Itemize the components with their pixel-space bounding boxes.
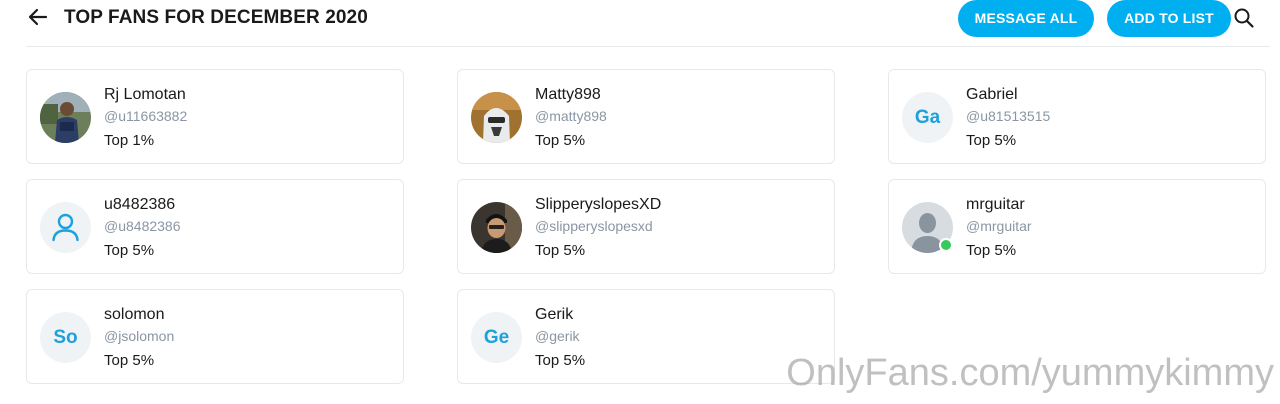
fan-rank: Top 5% (966, 132, 1017, 149)
fan-card[interactable]: u8482386 @u8482386 Top 5% (26, 179, 404, 274)
fan-handle: @jsolomon (104, 328, 175, 344)
fan-card[interactable]: Matty898 @matty898 Top 5% (457, 69, 835, 164)
top-fans-page: TOP FANS FOR DECEMBER 2020 MESSAGE ALL A… (0, 0, 1280, 404)
fan-card[interactable]: Ga Gabriel @u81513515 Top 5% (888, 69, 1266, 164)
avatar[interactable] (40, 92, 91, 143)
fan-card[interactable]: Ge Gerik @gerik Top 5% (457, 289, 835, 384)
user-outline-icon (40, 202, 91, 253)
online-status-dot (939, 238, 953, 252)
fan-handle: @matty898 (535, 108, 607, 124)
fan-name: Rj Lomotan (104, 86, 186, 103)
avatar[interactable] (40, 202, 91, 253)
page-title: TOP FANS FOR DECEMBER 2020 (64, 7, 368, 28)
arrow-left-icon (28, 8, 48, 26)
avatar[interactable] (471, 92, 522, 143)
fan-handle: @u81513515 (966, 108, 1051, 124)
fan-rank: Top 5% (966, 242, 1017, 259)
avatar[interactable] (471, 202, 522, 253)
avatar[interactable]: So (40, 312, 91, 363)
fan-card[interactable]: So solomon @jsolomon Top 5% (26, 289, 404, 384)
avatar-initials: Ga (902, 92, 953, 143)
fan-card[interactable]: mrguitar @mrguitar Top 5% (888, 179, 1266, 274)
avatar-initials: Ge (471, 312, 522, 363)
fan-name: Gerik (535, 306, 574, 323)
fan-handle: @u8482386 (104, 218, 181, 234)
search-icon (1234, 8, 1254, 28)
fan-name: mrguitar (966, 196, 1025, 213)
add-to-list-button[interactable]: ADD TO LIST (1107, 0, 1231, 37)
page-header: TOP FANS FOR DECEMBER 2020 MESSAGE ALL A… (26, 0, 1270, 47)
message-all-button[interactable]: MESSAGE ALL (958, 0, 1094, 37)
fan-name: SlipperyslopesXD (535, 196, 662, 213)
fan-rank: Top 5% (535, 132, 586, 149)
fan-handle: @slipperyslopesxd (535, 218, 653, 234)
avatar[interactable] (902, 202, 953, 253)
fan-photo-avatar (471, 202, 522, 253)
fan-name: solomon (104, 306, 165, 323)
fan-rank: Top 5% (104, 352, 155, 369)
avatar[interactable]: Ge (471, 312, 522, 363)
fan-handle: @mrguitar (966, 218, 1032, 234)
fan-rank: Top 5% (535, 242, 586, 259)
fan-handle: @u11663882 (104, 108, 188, 124)
fan-photo-avatar (40, 92, 91, 143)
fan-rank: Top 5% (535, 352, 586, 369)
fan-name: Matty898 (535, 86, 601, 103)
fan-card[interactable]: Rj Lomotan @u11663882 Top 1% (26, 69, 404, 164)
fan-rank: Top 5% (104, 242, 155, 259)
fan-name: Gabriel (966, 86, 1018, 103)
fan-handle: @gerik (535, 328, 580, 344)
fan-rank: Top 1% (104, 132, 155, 149)
search-button[interactable] (1233, 7, 1255, 29)
watermark-text: OnlyFans.com/yummykimmy (786, 352, 1274, 394)
back-button[interactable] (26, 5, 52, 31)
avatar[interactable]: Ga (902, 92, 953, 143)
fan-name: u8482386 (104, 196, 176, 213)
fan-card[interactable]: SlipperyslopesXD @slipperyslopesxd Top 5… (457, 179, 835, 274)
avatar-initials: So (40, 312, 91, 363)
fan-photo-avatar (471, 92, 522, 143)
